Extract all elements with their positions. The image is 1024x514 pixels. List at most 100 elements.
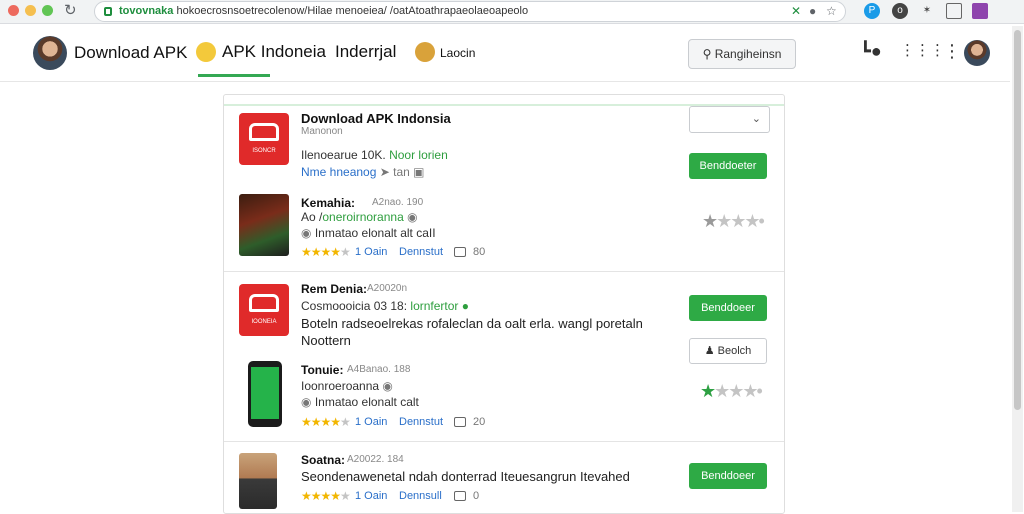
avatar[interactable]: [33, 36, 67, 70]
lock-icon: [104, 7, 112, 16]
rate-stars[interactable]: ★★★★•: [700, 381, 763, 402]
filter-select[interactable]: ⌄: [689, 106, 770, 133]
comment-count: 0: [473, 490, 480, 502]
download-button[interactable]: Benddoeer: [689, 295, 767, 321]
close-window-button[interactable]: [8, 5, 19, 16]
rate-stars[interactable]: ★★★★•: [702, 211, 765, 232]
app-icon-label: IOONEIA: [251, 319, 277, 325]
comment-count: 20: [473, 416, 486, 428]
phone-screen: [251, 367, 279, 419]
comment-count: 80: [473, 246, 486, 258]
location-icon: ◉: [301, 395, 312, 409]
item-name: Tonuie:: [301, 363, 344, 377]
star-icon[interactable]: ☆: [826, 4, 837, 18]
app-glyph-icon: [249, 123, 279, 141]
url-domain: tovovnaka: [119, 5, 174, 17]
card-subtitle: Manonon: [301, 126, 343, 137]
star-rating: ★★★★★: [301, 245, 351, 259]
profile-icon[interactable]: ┗●: [860, 41, 882, 62]
secondary-button[interactable]: ♟ Beolch: [689, 338, 767, 364]
verified-icon: ●: [461, 299, 470, 313]
brand-title[interactable]: Download APK: [74, 43, 187, 63]
item-info-highlight: oneroirnoranna: [322, 210, 404, 224]
details-link[interactable]: Dennstut: [399, 416, 443, 428]
search-icon: ⚲: [702, 47, 712, 61]
extension-icon[interactable]: [972, 3, 988, 19]
minimize-window-button[interactable]: [25, 5, 36, 16]
item-name-meta: A20022. 184: [347, 454, 404, 465]
app-thumbnail[interactable]: [239, 194, 289, 256]
developer-link[interactable]: Nme hneanog: [301, 165, 376, 179]
comment-icon: [454, 491, 466, 501]
pin-icon: ➤: [379, 165, 390, 179]
star-rating: ★★★★★: [301, 489, 351, 503]
item-description: Boteln radseoelrekas rofaleclan da oalt …: [301, 316, 643, 331]
extension-icon[interactable]: ✶: [919, 3, 935, 19]
item-meta-highlight: Noor lorien: [389, 148, 448, 162]
info-icon: ◉: [382, 379, 393, 393]
apps-grid-icon[interactable]: ⋮⋮⋮: [900, 41, 945, 59]
app-header: Download APK APK Indoneia Inderrjal Laoc…: [0, 25, 1010, 82]
extension-icon[interactable]: o: [892, 3, 908, 19]
close-icon[interactable]: ✕: [791, 4, 801, 18]
tab-apk-indonesia[interactable]: APK Indoneia: [222, 42, 326, 62]
extension-icon[interactable]: P: [864, 3, 880, 19]
app-icon[interactable]: ISONCR: [239, 113, 289, 165]
item-info-prefix: Ao /: [301, 210, 323, 224]
item-secondary-line: ◉ Inmatao elonalt alt caII: [301, 226, 436, 240]
item-meta-line: Cosmoooicia 03 18: lornfertor ●: [301, 299, 469, 313]
info-icon: ◉: [407, 210, 418, 224]
details-link[interactable]: Dennstut: [399, 246, 443, 258]
location-tab-icon: [415, 42, 435, 62]
item-name-meta: A20020n: [367, 283, 408, 294]
tab-internal[interactable]: Inderrjal: [335, 42, 396, 62]
app-thumbnail-phone[interactable]: [248, 361, 282, 427]
active-tab-indicator: [198, 74, 270, 77]
app-icon-label: ISONCR: [252, 148, 276, 154]
item-info-line: Ioonroeroanna ◉: [301, 379, 393, 393]
scrollbar-thumb[interactable]: [1014, 30, 1021, 410]
secondary-button-label: Beolch: [717, 345, 752, 357]
chat-icon: ▣: [413, 165, 425, 179]
item-secondary-line: ◉ Inmatao elonalt calt: [301, 395, 419, 409]
comment-icon: [454, 247, 466, 257]
star-rating: ★★★★★: [301, 415, 351, 429]
item-info-text: Ioonroeroanna: [301, 379, 380, 393]
rating-count: 1 Oain: [355, 416, 388, 428]
app-thumbnail[interactable]: [239, 453, 277, 509]
download-button[interactable]: Benddoeter: [689, 153, 767, 179]
item-name-meta: A4Banao. 188: [347, 364, 411, 375]
app-glyph-icon: [249, 294, 279, 312]
download-button[interactable]: Benddoeer: [689, 463, 767, 489]
app-icon[interactable]: IOONEIA: [239, 284, 289, 336]
rating-count: 1 Oain: [355, 490, 388, 502]
maximize-window-button[interactable]: [42, 5, 53, 16]
item-developer: Nme hneanog ➤ tan ▣: [301, 165, 425, 179]
location-icon[interactable]: ●: [809, 4, 816, 18]
item-meta-line: Ilenoearue 10K. Noor lorien: [301, 148, 448, 162]
reload-icon[interactable]: ↻: [64, 1, 77, 19]
chevron-down-icon: ⌄: [751, 113, 761, 125]
search-button[interactable]: ⚲ Rangiheinsn: [688, 39, 796, 69]
tab-location[interactable]: Laocin: [440, 46, 475, 60]
user-avatar[interactable]: [964, 40, 990, 66]
item-meta-highlight: lornfertor: [410, 299, 459, 313]
item-name-meta: A2nao. 190: [372, 197, 424, 208]
url-text[interactable]: tovovnaka hokoecrosnsoetrecolenow/Hilae …: [119, 5, 679, 17]
extension-icon[interactable]: [946, 3, 962, 19]
item-name: Kemahia:: [301, 196, 356, 210]
address-bar[interactable]: tovovnaka hokoecrosnsoetrecolenow/Hilae …: [94, 1, 846, 22]
scrollbar[interactable]: [1012, 26, 1023, 512]
item-name: Soatna:: [301, 453, 346, 467]
item-secondary-text: Inmatao elonalt alt caII: [314, 226, 436, 240]
apk-indonesia-icon: [196, 42, 216, 62]
card-title: Download APK Indonsia: [301, 111, 451, 126]
more-vert-icon[interactable]: ⋮: [943, 41, 961, 62]
item-meta-small: tan: [393, 165, 410, 179]
details-link[interactable]: Dennsull: [399, 490, 442, 502]
search-button-label: Rangiheinsn: [714, 47, 782, 61]
item-meta-prefix: Cosmoooicia 03 18:: [301, 299, 408, 313]
item-info-line: Ao /oneroirnoranna ◉: [301, 210, 418, 224]
item-secondary-text: Inmatao elonalt calt: [314, 395, 419, 409]
rating-count: 1 Oain: [355, 246, 388, 258]
